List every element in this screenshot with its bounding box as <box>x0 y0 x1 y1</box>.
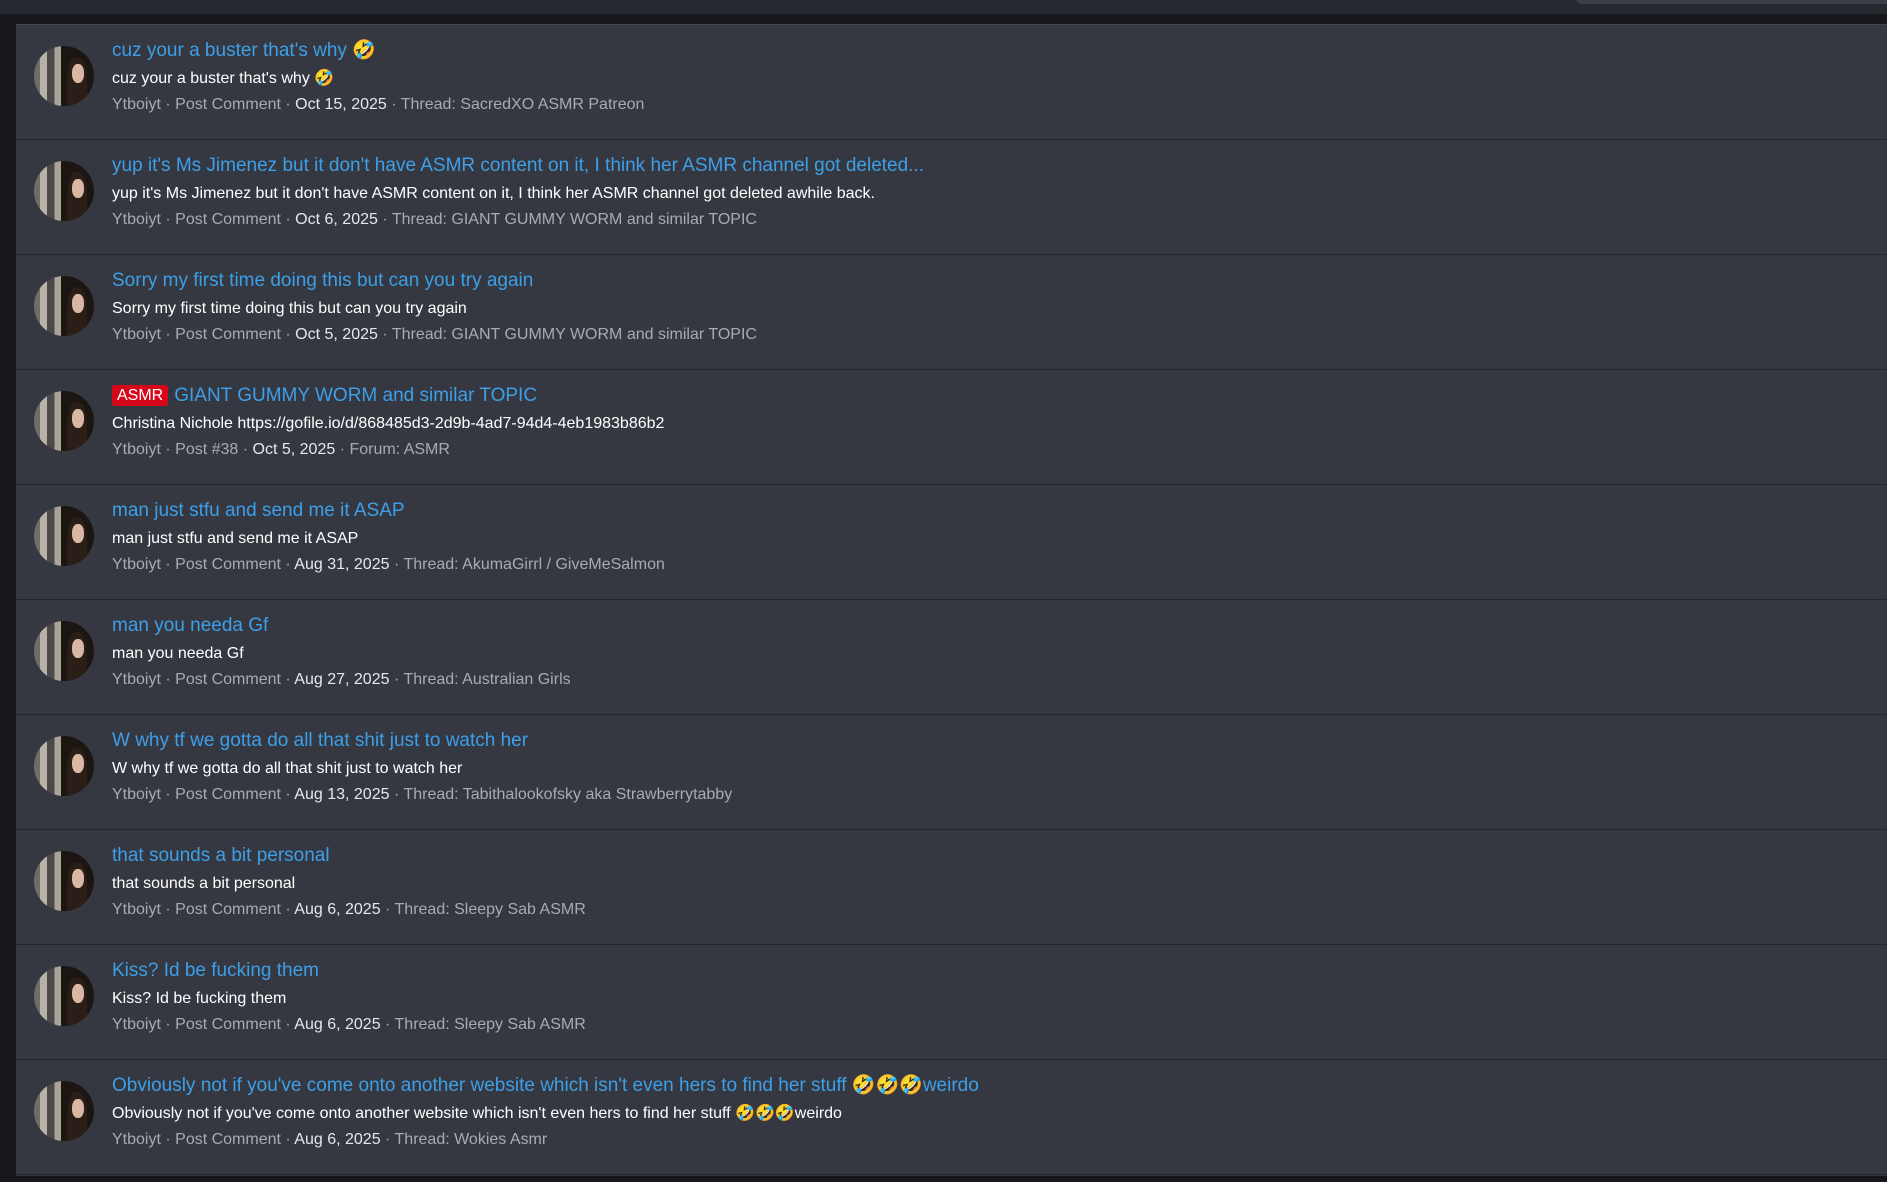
result-title-link[interactable]: W why tf we gotta do all that shit just … <box>112 729 528 753</box>
author-link[interactable]: Ytboiyt <box>112 326 161 343</box>
result-snippet: cuz your a buster that's why 🤣 <box>112 70 335 87</box>
content-type: Post Comment <box>175 326 281 343</box>
result-item: Obviously not if you've come onto anothe… <box>16 1060 1887 1175</box>
location-link[interactable]: Thread: Tabithalookofsky aka Strawberryt… <box>403 786 732 803</box>
result-snippet: W why tf we gotta do all that shit just … <box>112 760 463 777</box>
avatar[interactable] <box>34 966 94 1026</box>
result-snippet: Obviously not if you've come onto anothe… <box>112 1105 842 1122</box>
result-meta: Ytboiyt · Post Comment · Aug 6, 2025 · T… <box>112 1016 586 1033</box>
avatar[interactable] <box>34 46 94 106</box>
post-date: Aug 27, 2025 <box>294 671 390 688</box>
result-title-link[interactable]: Obviously not if you've come onto anothe… <box>112 1074 979 1098</box>
location-link[interactable]: Thread: AkumaGirrl / GiveMeSalmon <box>403 556 664 573</box>
location-link[interactable]: Forum: ASMR <box>349 441 449 458</box>
result-item: man just stfu and send me it ASAP man ju… <box>16 485 1887 600</box>
search-results-list: cuz your a buster that's why 🤣 cuz your … <box>16 24 1887 1177</box>
post-date: Aug 6, 2025 <box>294 1016 381 1033</box>
result-meta: Ytboiyt · Post #38 · Oct 5, 2025 · Forum… <box>112 441 450 458</box>
location-link[interactable]: Thread: SacredXO ASMR Patreon <box>401 96 645 113</box>
search-box[interactable] <box>1577 0 1887 4</box>
author-link[interactable]: Ytboiyt <box>112 786 161 803</box>
avatar[interactable] <box>34 851 94 911</box>
post-date: Aug 6, 2025 <box>294 1131 381 1148</box>
result-snippet: Kiss? Id be fucking them <box>112 990 287 1007</box>
result-snippet: man just stfu and send me it ASAP <box>112 530 359 547</box>
avatar[interactable] <box>34 276 94 336</box>
location-link[interactable]: Thread: Wokies Asmr <box>395 1131 548 1148</box>
post-date: Oct 6, 2025 <box>295 211 378 228</box>
result-snippet: Sorry my first time doing this but can y… <box>112 300 467 317</box>
content-type: Post Comment <box>175 1131 281 1148</box>
content-type: Post Comment <box>175 901 281 918</box>
avatar[interactable] <box>34 1081 94 1141</box>
result-item: that sounds a bit personal that sounds a… <box>16 830 1887 945</box>
result-meta: Ytboiyt · Post Comment · Aug 13, 2025 · … <box>112 786 733 803</box>
author-link[interactable]: Ytboiyt <box>112 901 161 918</box>
avatar[interactable] <box>34 736 94 796</box>
avatar[interactable] <box>34 621 94 681</box>
result-meta: Ytboiyt · Post Comment · Oct 6, 2025 · T… <box>112 211 757 228</box>
result-snippet: Christina Nichole https://gofile.io/d/86… <box>112 415 665 432</box>
result-item: W why tf we gotta do all that shit just … <box>16 715 1887 830</box>
result-title-link[interactable]: man just stfu and send me it ASAP <box>112 499 405 523</box>
page-bottom-edge <box>0 1176 1887 1182</box>
post-date: Aug 6, 2025 <box>294 901 381 918</box>
avatar[interactable] <box>34 506 94 566</box>
content-type: Post Comment <box>175 1016 281 1033</box>
post-number-link[interactable]: Post #38 <box>175 441 238 458</box>
author-link[interactable]: Ytboiyt <box>112 96 161 113</box>
result-meta: Ytboiyt · Post Comment · Aug 27, 2025 · … <box>112 671 571 688</box>
result-meta: Ytboiyt · Post Comment · Oct 5, 2025 · T… <box>112 326 757 343</box>
location-link[interactable]: Thread: Sleepy Sab ASMR <box>395 901 586 918</box>
content-type: Post Comment <box>175 786 281 803</box>
result-meta: Ytboiyt · Post Comment · Oct 15, 2025 · … <box>112 96 645 113</box>
result-snippet: man you needa Gf <box>112 645 244 662</box>
result-snippet: that sounds a bit personal <box>112 875 296 892</box>
author-link[interactable]: Ytboiyt <box>112 1131 161 1148</box>
content-type: Post Comment <box>175 96 281 113</box>
result-title-link[interactable]: man you needa Gf <box>112 614 268 638</box>
result-item: Kiss? Id be fucking them Kiss? Id be fuc… <box>16 945 1887 1060</box>
result-title-link[interactable]: cuz your a buster that's why 🤣 <box>112 39 376 63</box>
content-type: Post Comment <box>175 556 281 573</box>
result-title-link[interactable]: that sounds a bit personal <box>112 844 330 868</box>
top-navigation-bar <box>0 0 1887 14</box>
author-link[interactable]: Ytboiyt <box>112 556 161 573</box>
post-date: Aug 31, 2025 <box>294 556 390 573</box>
result-item: yup it's Ms Jimenez but it don't have AS… <box>16 140 1887 255</box>
content-type: Post Comment <box>175 671 281 688</box>
location-link[interactable]: Thread: Australian Girls <box>403 671 570 688</box>
author-link[interactable]: Ytboiyt <box>112 441 161 458</box>
author-link[interactable]: Ytboiyt <box>112 671 161 688</box>
avatar[interactable] <box>34 391 94 451</box>
post-date: Oct 5, 2025 <box>295 326 378 343</box>
result-meta: Ytboiyt · Post Comment · Aug 6, 2025 · T… <box>112 1131 548 1148</box>
post-date: Aug 13, 2025 <box>294 786 390 803</box>
author-link[interactable]: Ytboiyt <box>112 1016 161 1033</box>
avatar[interactable] <box>34 161 94 221</box>
result-item: man you needa Gf man you needa Gf Ytboiy… <box>16 600 1887 715</box>
location-link[interactable]: Thread: GIANT GUMMY WORM and similar TOP… <box>392 211 757 228</box>
author-link[interactable]: Ytboiyt <box>112 211 161 228</box>
result-title-link[interactable]: ASMR GIANT GUMMY WORM and similar TOPIC <box>112 384 537 408</box>
location-link[interactable]: Thread: GIANT GUMMY WORM and similar TOP… <box>392 326 757 343</box>
result-item: cuz your a buster that's why 🤣 cuz your … <box>16 25 1887 140</box>
content-type: Post Comment <box>175 211 281 228</box>
result-title-link[interactable]: yup it's Ms Jimenez but it don't have AS… <box>112 154 924 178</box>
result-title-link[interactable]: Sorry my first time doing this but can y… <box>112 269 533 293</box>
result-title-link[interactable]: Kiss? Id be fucking them <box>112 959 319 983</box>
result-item: Sorry my first time doing this but can y… <box>16 255 1887 370</box>
post-date: Oct 5, 2025 <box>252 441 336 458</box>
post-date: Oct 15, 2025 <box>295 96 387 113</box>
result-meta: Ytboiyt · Post Comment · Aug 6, 2025 · T… <box>112 901 586 918</box>
result-title-text[interactable]: GIANT GUMMY WORM and similar TOPIC <box>174 385 537 406</box>
result-snippet: yup it's Ms Jimenez but it don't have AS… <box>112 185 875 202</box>
location-link[interactable]: Thread: Sleepy Sab ASMR <box>395 1016 586 1033</box>
result-meta: Ytboiyt · Post Comment · Aug 31, 2025 · … <box>112 556 665 573</box>
result-item: ASMR GIANT GUMMY WORM and similar TOPIC C… <box>16 370 1887 485</box>
thread-prefix-badge[interactable]: ASMR <box>112 385 169 406</box>
